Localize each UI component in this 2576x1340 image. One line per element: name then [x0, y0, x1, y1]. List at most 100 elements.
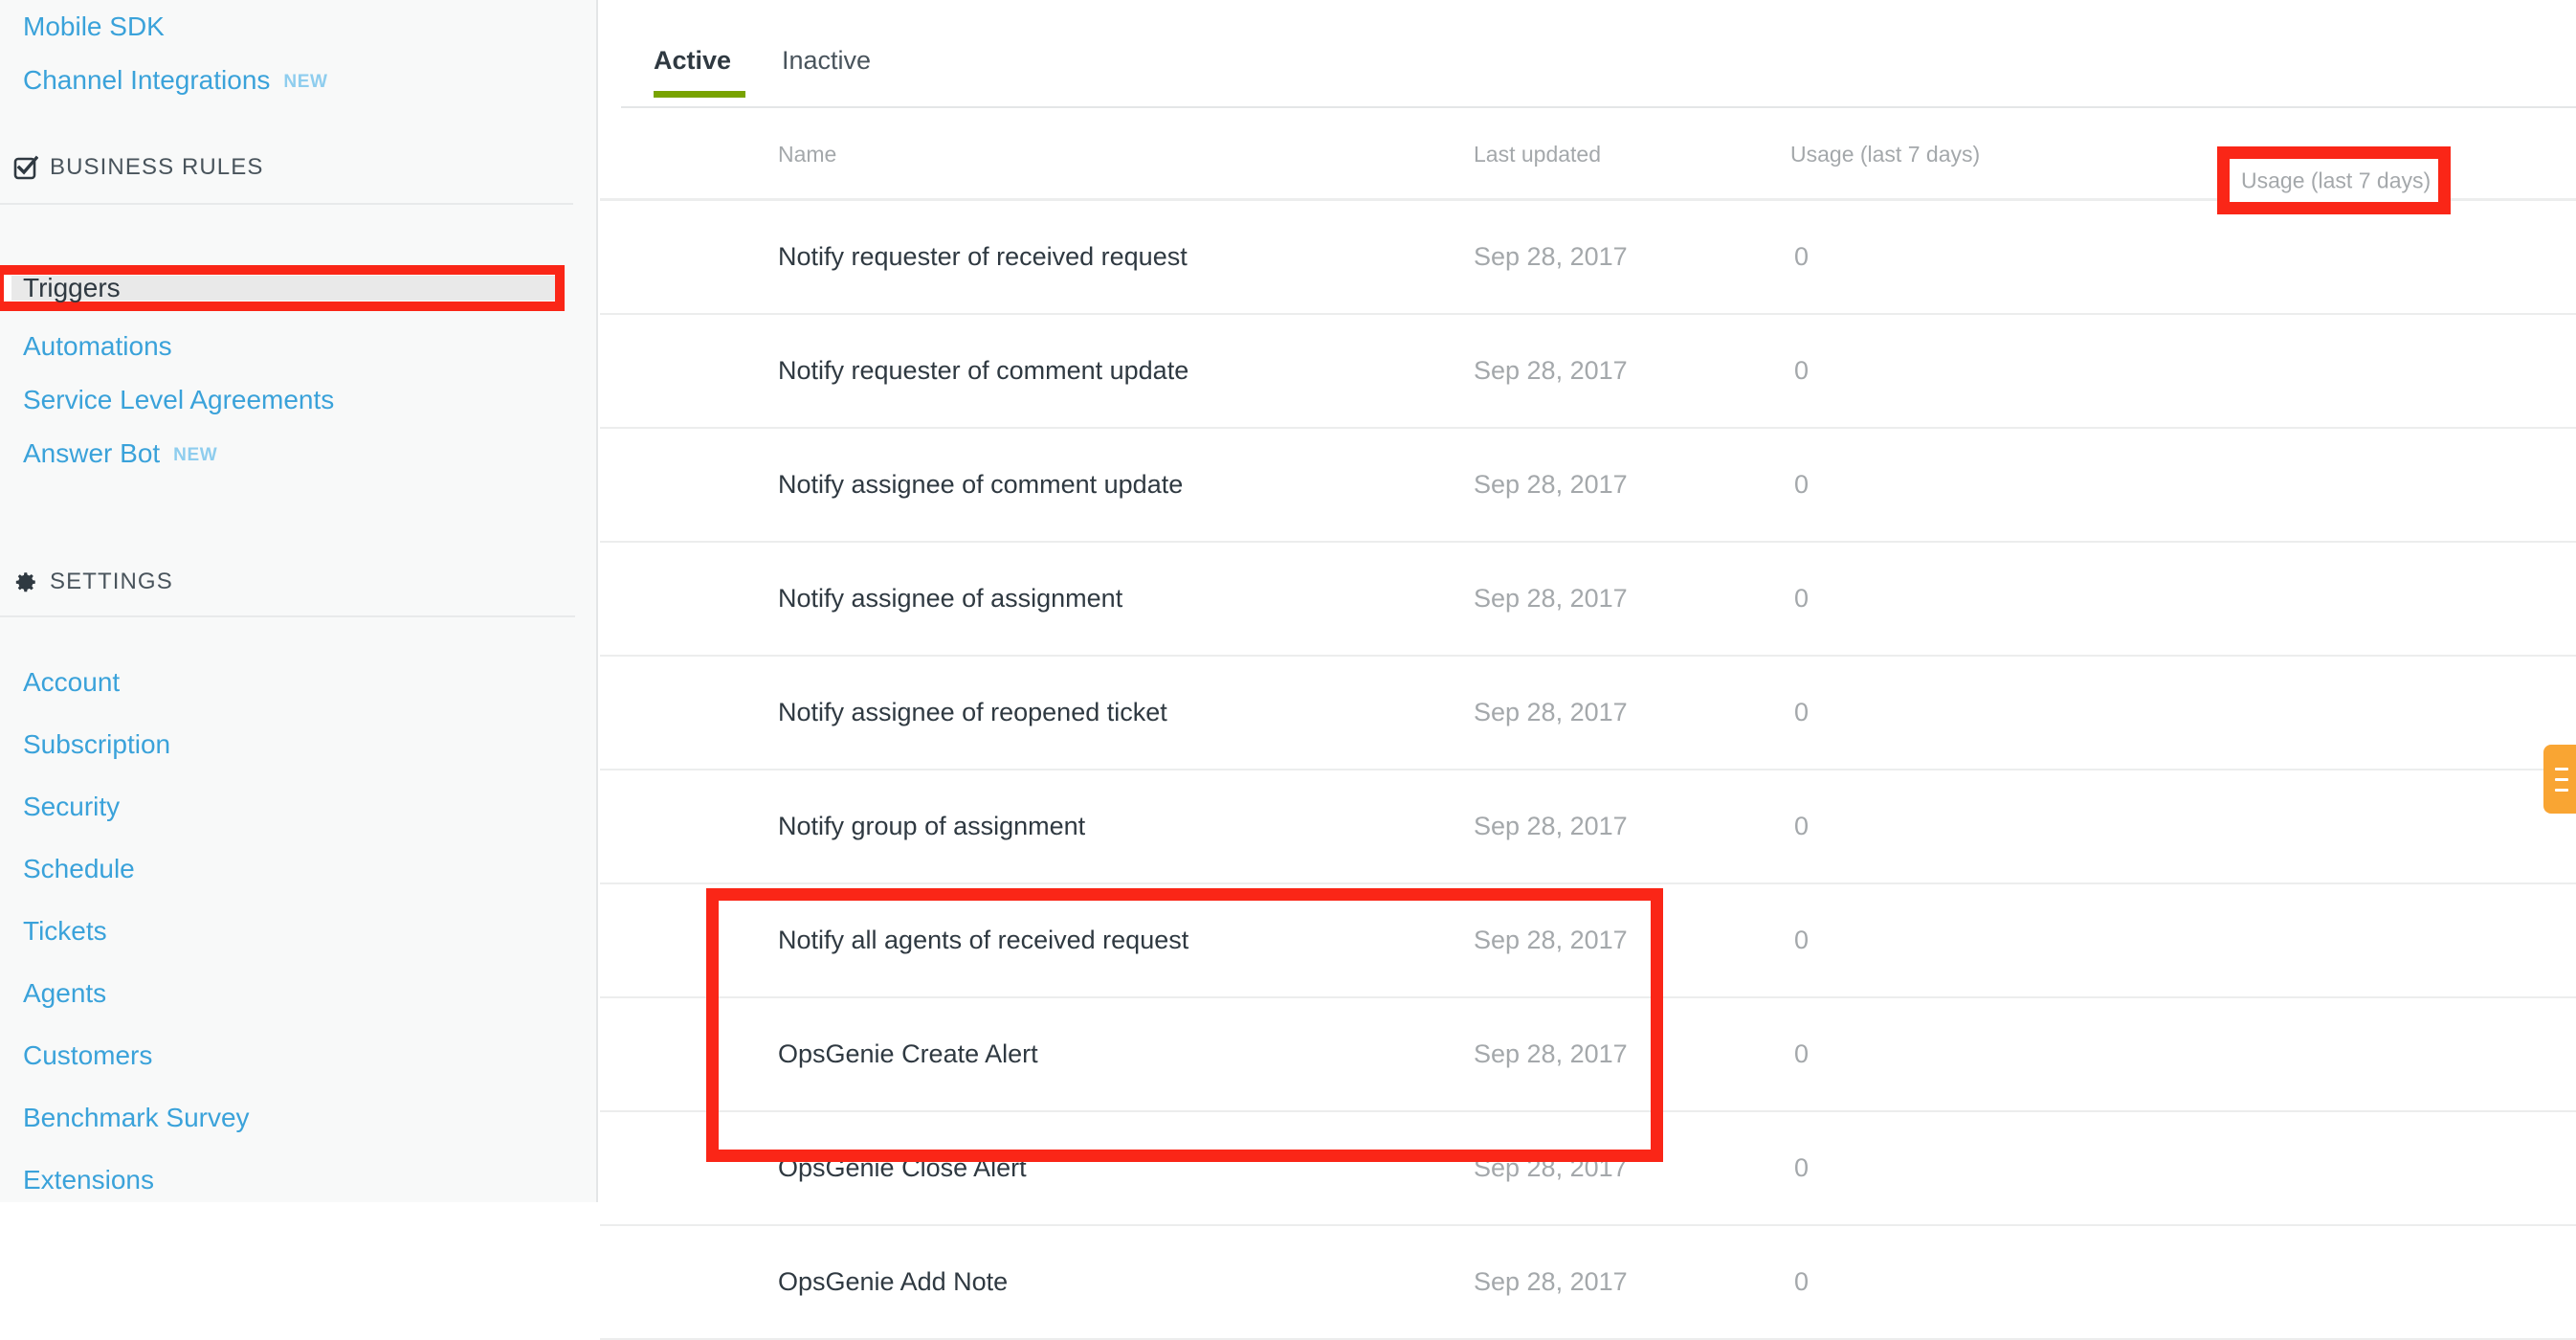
cell-usage: 0 — [1794, 812, 1809, 841]
table-row[interactable]: Notify assignee of assignment Sep 28, 20… — [600, 543, 2576, 657]
sidebar-item-triggers[interactable]: Triggers — [11, 276, 555, 301]
triggers-table: Name Last updated Usage (last 7 days) No… — [600, 110, 2576, 1340]
cell-name[interactable]: Notify requester of received request — [778, 242, 1188, 272]
sidebar-item-subscription[interactable]: Subscription — [0, 713, 596, 775]
tab-inactive[interactable]: Inactive — [782, 46, 871, 76]
sidebar-link-tickets[interactable]: Tickets — [0, 918, 107, 945]
cell-name[interactable]: Notify assignee of reopened ticket — [778, 698, 1167, 727]
table-row[interactable]: Notify all agents of received request Se… — [600, 884, 2576, 998]
menu-lines-icon — [2555, 789, 2568, 792]
usage-column-callout-box: Usage (last 7 days) — [2217, 146, 2451, 214]
sidebar-item-label: Channel Integrations — [23, 67, 270, 94]
menu-lines-icon — [2555, 768, 2568, 770]
cell-usage: 0 — [1794, 470, 1809, 500]
sidebar-item-automations[interactable]: Automations — [0, 320, 596, 373]
settings-sidebar: Mobile SDK Channel Integrations NEW BUSI… — [0, 0, 598, 1202]
sidebar-item-label: Benchmark Survey — [23, 1103, 250, 1132]
sidebar-link-automations[interactable]: Automations — [0, 333, 172, 360]
sidebar-link-schedule[interactable]: Schedule — [0, 856, 135, 882]
cell-last-updated: Sep 28, 2017 — [1474, 1267, 1628, 1297]
table-row[interactable]: Notify requester of received request Sep… — [600, 201, 2576, 315]
cell-name[interactable]: OpsGenie Create Alert — [778, 1039, 1038, 1069]
sidebar-item-tickets[interactable]: Tickets — [0, 900, 596, 962]
sidebar-item-label: Service Level Agreements — [23, 385, 334, 414]
tab-active-indicator — [654, 91, 745, 98]
feedback-tab-handle[interactable] — [2543, 745, 2576, 814]
cell-usage: 0 — [1794, 1153, 1809, 1183]
tab-label: Active — [654, 46, 731, 75]
table-row[interactable]: Notify group of assignment Sep 28, 2017 … — [600, 770, 2576, 884]
sidebar-item-answer-bot[interactable]: Answer Bot NEW — [0, 427, 596, 480]
section-title: SETTINGS — [50, 569, 173, 595]
sidebar-item-customers[interactable]: Customers — [0, 1024, 596, 1086]
sidebar-item-benchmark-survey[interactable]: Benchmark Survey — [0, 1086, 596, 1149]
cell-usage: 0 — [1794, 698, 1809, 727]
column-header-usage[interactable]: Usage (last 7 days) — [1790, 142, 1980, 168]
sidebar-link-service-level-agreements[interactable]: Service Level Agreements — [0, 387, 334, 413]
sidebar-item-label: Tickets — [23, 916, 107, 946]
new-badge: NEW — [283, 73, 327, 91]
cell-usage: 0 — [1794, 1039, 1809, 1069]
table-row[interactable]: OpsGenie Create Alert Sep 28, 2017 0 — [600, 998, 2576, 1112]
sidebar-item-schedule[interactable]: Schedule — [0, 838, 596, 900]
column-header-last-updated[interactable]: Last updated — [1474, 142, 1601, 168]
sidebar-link-security[interactable]: Security — [0, 793, 120, 820]
table-row[interactable]: OpsGenie Add Note Sep 28, 2017 0 — [600, 1226, 2576, 1340]
sidebar-link-mobile-sdk[interactable]: Mobile SDK — [0, 13, 165, 40]
cell-name[interactable]: Notify assignee of assignment — [778, 584, 1122, 614]
cell-last-updated: Sep 28, 2017 — [1474, 1039, 1628, 1069]
cell-last-updated: Sep 28, 2017 — [1474, 584, 1628, 614]
table-row[interactable]: Notify assignee of comment update Sep 28… — [600, 429, 2576, 543]
section-header-settings: SETTINGS — [0, 568, 173, 596]
sidebar-link-channel-integrations[interactable]: Channel Integrations NEW — [0, 67, 328, 94]
cell-name[interactable]: OpsGenie Close Alert — [778, 1153, 1027, 1183]
table-row[interactable]: Notify requester of comment update Sep 2… — [600, 315, 2576, 429]
sidebar-link-answer-bot[interactable]: Answer Bot NEW — [0, 440, 217, 467]
sidebar-item-label: Extensions — [23, 1165, 154, 1195]
cell-name[interactable]: Notify all agents of received request — [778, 926, 1188, 955]
gear-icon — [11, 568, 40, 596]
cell-usage: 0 — [1794, 242, 1809, 272]
tab-bar: Active Inactive — [600, 0, 2576, 110]
sidebar-item-label: Customers — [23, 1040, 152, 1070]
cell-last-updated: Sep 28, 2017 — [1474, 698, 1628, 727]
new-badge: NEW — [173, 446, 217, 464]
sidebar-link-customers[interactable]: Customers — [0, 1042, 152, 1069]
sidebar-link-account[interactable]: Account — [0, 669, 120, 696]
divider — [0, 203, 573, 205]
cell-name[interactable]: Notify assignee of comment update — [778, 470, 1183, 500]
cell-name[interactable]: OpsGenie Add Note — [778, 1267, 1008, 1297]
sidebar-item-label: Security — [23, 792, 120, 821]
sidebar-link-benchmark-survey[interactable]: Benchmark Survey — [0, 1105, 250, 1131]
sidebar-link-agents[interactable]: Agents — [0, 980, 106, 1007]
cell-last-updated: Sep 28, 2017 — [1474, 470, 1628, 500]
table-row[interactable]: Notify assignee of reopened ticket Sep 2… — [600, 657, 2576, 770]
sidebar-item-label: Schedule — [23, 854, 135, 883]
sidebar-item-service-level-agreements[interactable]: Service Level Agreements — [0, 373, 596, 427]
cell-last-updated: Sep 28, 2017 — [1474, 926, 1628, 955]
menu-lines-icon — [2555, 778, 2568, 781]
cell-name[interactable]: Notify requester of comment update — [778, 356, 1188, 386]
tab-bar-divider — [621, 106, 2576, 108]
sidebar-link-extensions[interactable]: Extensions — [0, 1167, 154, 1194]
sidebar-item-channel-integrations[interactable]: Channel Integrations NEW — [0, 54, 596, 107]
section-header-business-rules: BUSINESS RULES — [0, 153, 596, 182]
sidebar-item-label: Account — [23, 667, 120, 697]
sidebar-item-security[interactable]: Security — [0, 775, 596, 838]
sidebar-item-mobile-sdk[interactable]: Mobile SDK — [0, 0, 596, 54]
cell-last-updated: Sep 28, 2017 — [1474, 242, 1628, 272]
sidebar-link-subscription[interactable]: Subscription — [0, 731, 170, 758]
column-header-name[interactable]: Name — [778, 142, 836, 168]
cell-last-updated: Sep 28, 2017 — [1474, 1153, 1628, 1183]
main-content: Active Inactive Name Last updated Usage … — [600, 0, 2576, 1202]
cell-last-updated: Sep 28, 2017 — [1474, 356, 1628, 386]
section-title: BUSINESS RULES — [50, 154, 263, 181]
sidebar-item-label: Triggers — [23, 275, 121, 302]
table-row[interactable]: OpsGenie Close Alert Sep 28, 2017 0 — [600, 1112, 2576, 1226]
sidebar-item-agents[interactable]: Agents — [0, 962, 596, 1024]
tab-active[interactable]: Active — [654, 46, 731, 76]
sidebar-item-label: Agents — [23, 978, 106, 1008]
cell-name[interactable]: Notify group of assignment — [778, 812, 1085, 841]
sidebar-item-account[interactable]: Account — [0, 651, 596, 713]
sidebar-item-extensions[interactable]: Extensions — [0, 1149, 596, 1211]
